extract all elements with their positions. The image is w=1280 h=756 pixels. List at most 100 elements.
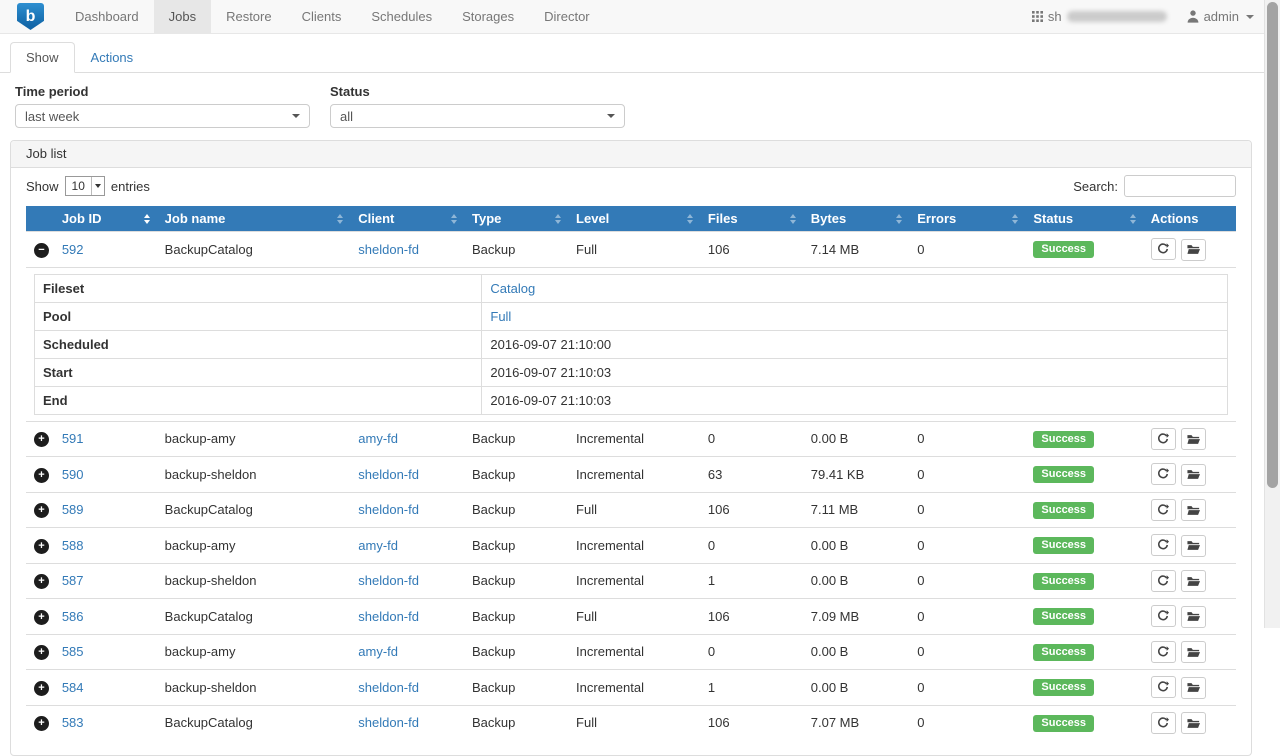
rerun-job-button[interactable]: [1151, 428, 1176, 450]
expand-row-button[interactable]: +: [34, 503, 49, 518]
nav-item-clients[interactable]: Clients: [287, 0, 357, 33]
detail-value-link[interactable]: Catalog: [490, 281, 535, 296]
rerun-job-button[interactable]: [1151, 605, 1176, 627]
table-header-row: Job ID Job name Client Type Level Files …: [26, 206, 1236, 232]
detail-value-link[interactable]: Full: [490, 309, 511, 324]
client-link[interactable]: amy-fd: [358, 431, 398, 446]
nav-menu: DashboardJobsRestoreClientsSchedulesStor…: [60, 0, 605, 33]
client-link[interactable]: sheldon-fd: [358, 715, 419, 730]
job-id-link[interactable]: 592: [62, 242, 84, 257]
brand-link[interactable]: b: [0, 0, 60, 33]
restore-job-button[interactable]: [1181, 239, 1206, 261]
client-link[interactable]: sheldon-fd: [358, 242, 419, 257]
status-badge: Success: [1033, 573, 1094, 590]
job-id-link[interactable]: 591: [62, 431, 84, 446]
rerun-job-button[interactable]: [1151, 570, 1176, 592]
restore-job-button[interactable]: [1181, 428, 1206, 450]
restore-job-button[interactable]: [1181, 464, 1206, 486]
job-id-link[interactable]: 587: [62, 573, 84, 588]
restore-job-button[interactable]: [1181, 677, 1206, 699]
rerun-job-button[interactable]: [1151, 463, 1176, 485]
expand-row-button[interactable]: −: [34, 243, 49, 258]
column-header-job-id[interactable]: Job ID: [54, 206, 157, 232]
status-select[interactable]: all: [330, 104, 625, 128]
table-search: Search:: [1073, 175, 1236, 197]
page-length-control: Show 10 entries: [26, 176, 150, 196]
job-type: Backup: [464, 705, 568, 740]
director-selector[interactable]: sh: [1032, 9, 1167, 24]
job-id-link[interactable]: 590: [62, 467, 84, 482]
job-id-link[interactable]: 585: [62, 644, 84, 659]
column-header-job-name[interactable]: Job name: [157, 206, 351, 232]
column-header-bytes[interactable]: Bytes: [803, 206, 909, 232]
tab-actions[interactable]: Actions: [75, 42, 150, 73]
job-id-link[interactable]: 584: [62, 680, 84, 695]
restore-job-button[interactable]: [1181, 641, 1206, 663]
caret-down-icon: [1246, 15, 1254, 19]
job-errors: 0: [909, 634, 1025, 670]
client-link[interactable]: sheldon-fd: [358, 467, 419, 482]
time-period-label: Time period: [15, 84, 310, 99]
expand-row-button[interactable]: +: [34, 539, 49, 554]
expand-row-button[interactable]: +: [34, 681, 49, 696]
rerun-job-button[interactable]: [1151, 676, 1176, 698]
restore-job-button[interactable]: [1181, 535, 1206, 557]
rerun-job-button[interactable]: [1151, 641, 1176, 663]
column-header-level[interactable]: Level: [568, 206, 700, 232]
rerun-job-button[interactable]: [1151, 499, 1176, 521]
user-menu[interactable]: admin: [1187, 9, 1254, 24]
search-input[interactable]: [1124, 175, 1236, 197]
expand-row-button[interactable]: +: [34, 716, 49, 731]
nav-item-jobs[interactable]: Jobs: [154, 0, 211, 33]
nav-item-director[interactable]: Director: [529, 0, 605, 33]
folder-open-icon: [1187, 469, 1200, 480]
job-id-link[interactable]: 583: [62, 715, 84, 730]
job-row: + 586 BackupCatalog sheldon-fd Backup Fu…: [26, 599, 1236, 635]
nav-item-restore[interactable]: Restore: [211, 0, 287, 33]
nav-item-schedules[interactable]: Schedules: [356, 0, 447, 33]
jobs-tbody: − 592 Backup Catalog sheldon-fd Backup Fu…: [26, 232, 1236, 741]
restore-job-button[interactable]: [1181, 606, 1206, 628]
restore-job-button[interactable]: [1181, 499, 1206, 521]
column-header-errors[interactable]: Errors: [909, 206, 1025, 232]
nav-item-dashboard[interactable]: Dashboard: [60, 0, 154, 33]
tab-show[interactable]: Show: [10, 42, 75, 73]
expand-row-button[interactable]: +: [34, 432, 49, 447]
column-header-type[interactable]: Type: [464, 206, 568, 232]
job-id-link[interactable]: 588: [62, 538, 84, 553]
client-link[interactable]: sheldon-fd: [358, 502, 419, 517]
job-type: Backup: [464, 670, 568, 706]
client-link[interactable]: sheldon-fd: [358, 609, 419, 624]
job-errors: 0: [909, 705, 1025, 740]
restore-job-button[interactable]: [1181, 570, 1206, 592]
time-period-select[interactable]: last week: [15, 104, 310, 128]
column-header-files[interactable]: Files: [700, 206, 803, 232]
vertical-scrollbar[interactable]: [1264, 0, 1280, 628]
sort-icon: [555, 214, 561, 224]
client-link[interactable]: amy-fd: [358, 644, 398, 659]
restore-job-button[interactable]: [1181, 712, 1206, 734]
detail-line: End 2016-09-07 21:10:03: [35, 386, 1228, 414]
rerun-job-button[interactable]: [1151, 534, 1176, 556]
detail-label: Pool: [35, 302, 482, 330]
expand-row-button[interactable]: +: [34, 468, 49, 483]
rerun-job-button[interactable]: [1151, 238, 1176, 260]
job-id-link[interactable]: 586: [62, 609, 84, 624]
rerun-job-button[interactable]: [1151, 712, 1176, 734]
sort-icon: [337, 214, 343, 224]
column-header-client[interactable]: Client: [350, 206, 464, 232]
expand-row-button[interactable]: +: [34, 645, 49, 660]
nav-item-storages[interactable]: Storages: [447, 0, 529, 33]
folder-open-icon: [1187, 505, 1200, 516]
entries-select[interactable]: 10: [65, 176, 105, 196]
column-header-status[interactable]: Status: [1025, 206, 1142, 232]
scrollbar-thumb[interactable]: [1267, 2, 1278, 488]
client-link[interactable]: sheldon-fd: [358, 680, 419, 695]
client-link[interactable]: amy-fd: [358, 538, 398, 553]
search-label: Search:: [1073, 179, 1118, 194]
client-link[interactable]: sheldon-fd: [358, 573, 419, 588]
time-period-filter: Time period last week: [15, 84, 310, 128]
expand-row-button[interactable]: +: [34, 574, 49, 589]
job-id-link[interactable]: 589: [62, 502, 84, 517]
expand-row-button[interactable]: +: [34, 610, 49, 625]
